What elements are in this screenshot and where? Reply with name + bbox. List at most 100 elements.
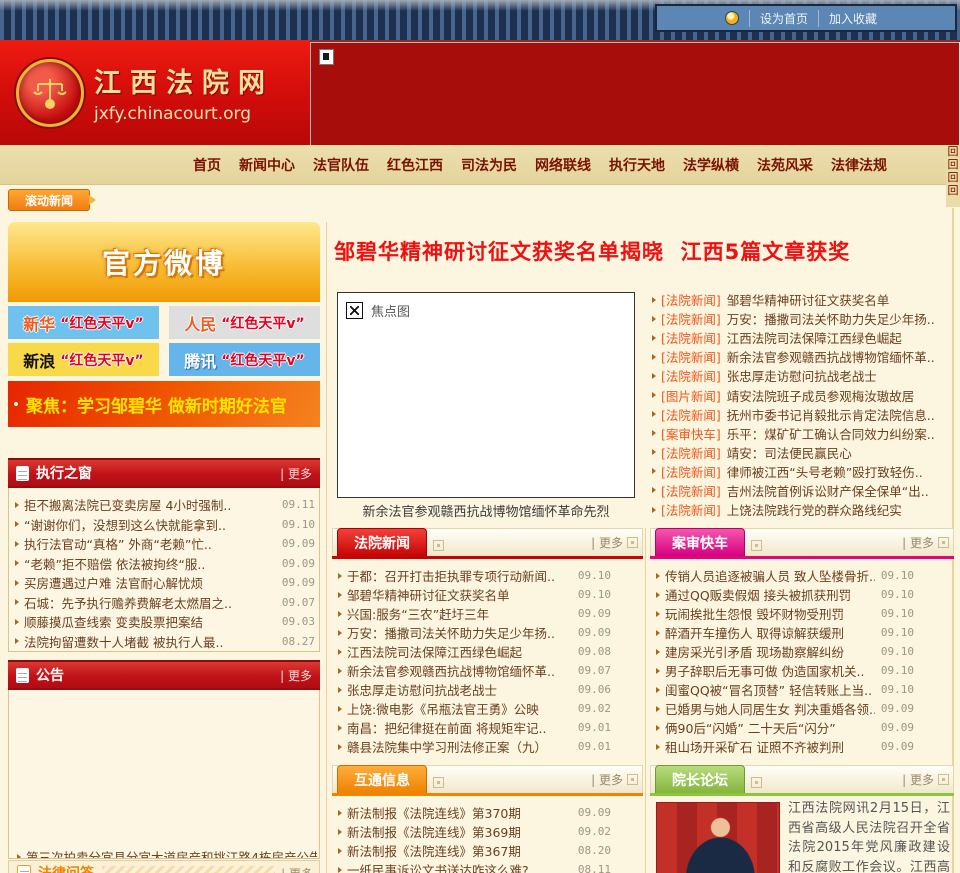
official-weibo-banner[interactable]: 官方微博: [8, 222, 320, 302]
bullet-triangle-icon: [338, 724, 342, 731]
nav-item[interactable]: 法苑风采: [748, 158, 822, 174]
nav-item[interactable]: 法学纵横: [674, 158, 748, 174]
bullet-triangle-icon: [338, 743, 342, 750]
more-link[interactable]: | 更多: [591, 771, 642, 793]
nav-item[interactable]: 新闻中心: [230, 158, 304, 174]
list-item[interactable]: 闺蜜QQ被“冒名顶替” 轻信转账上当.. 09.10: [656, 680, 914, 699]
set-home-link[interactable]: 设为首页: [748, 9, 818, 27]
list-item[interactable]: [法院新闻] 靖安：司法便民赢民心: [652, 443, 952, 462]
column-divider: [326, 222, 327, 873]
more-link[interactable]: | 更多: [280, 465, 320, 482]
president-photo[interactable]: [656, 802, 780, 873]
nav-item[interactable]: 执行天地: [600, 158, 674, 174]
list-item[interactable]: 拒不搬离法院已变卖房屋 4小时强制.. 09.11: [15, 495, 315, 515]
bullet-triangle-icon: [15, 599, 19, 606]
site-name: 江西法院网: [94, 68, 274, 99]
list-item[interactable]: 租山场开采矿石 证照不齐被判刑 09.09: [656, 737, 914, 756]
list-item[interactable]: 一纸民事诉讼文书送达咋这么难? .. 08.11: [338, 860, 611, 873]
legal-qa-box: 法律问答 | 更多: [8, 860, 320, 873]
list-item[interactable]: [法院新闻] 江西法院司法保障江西绿色崛起: [652, 328, 952, 347]
seal-ornament-icon: [938, 774, 949, 785]
focus-banner-label: 聚焦：学习邹碧华 做新时期好法官: [26, 396, 287, 417]
list-item[interactable]: [法院新闻] 抚州市委书记肖毅批示肯定法院信息..: [652, 405, 952, 424]
nav-item[interactable]: 法律法规: [822, 158, 896, 174]
list-item[interactable]: 万安：播撒司法关怀助力失足少年扬.. 09.09: [338, 623, 611, 642]
list-item[interactable]: 江西法院司法保障江西绿色崛起 09.08: [338, 642, 611, 661]
list-item[interactable]: 兴国:服务“三农”赶圩三年 09.09: [338, 604, 611, 623]
focus-campaign-banner[interactable]: 聚焦：学习邹碧华 做新时期好法官: [8, 381, 320, 427]
seal-ornament-icon: [751, 777, 762, 788]
list-item[interactable]: 石城：先予执行赡养费解老太燃眉之.. 09.07: [15, 593, 315, 613]
list-item[interactable]: 玩闹挨批生怨恨 毁坏财物受刑罚 09.10: [656, 604, 914, 623]
bullet-triangle-icon: [656, 667, 660, 674]
list-item[interactable]: 新法制报《法院连线》第369期 09.02: [338, 822, 611, 841]
weibo-name: 人民: [184, 314, 217, 334]
list-item[interactable]: [法院新闻] 邹碧华精神研讨征文获奖名单: [652, 290, 952, 309]
list-item[interactable]: 邹碧华精神研讨征文获奖名单 09.10: [338, 585, 611, 604]
list-item[interactable]: 法院拘留遭数十人堵截 被执行人最.. 08.27: [15, 632, 315, 652]
bullet-triangle-icon: [652, 506, 656, 513]
list-item[interactable]: [图片新闻] 靖安法院班子成员参观梅汝璈故居: [652, 385, 952, 404]
more-link[interactable]: | 更多: [280, 667, 320, 684]
list-item[interactable]: 新余法官参观赣西抗战博物馆缅怀革.. 09.07: [338, 661, 611, 680]
nav-item[interactable]: 法官队伍: [304, 158, 378, 174]
weibo-button-xinhua[interactable]: 新华 “红色天平v”: [8, 306, 159, 339]
list-item[interactable]: [法院新闻] 吉州法院首例诉讼财产保全保单“出..: [652, 481, 952, 500]
list-item[interactable]: 已婚男与她人同居生女 判决重婚各领.. 09.09: [656, 699, 914, 718]
weibo-button-sina[interactable]: 新浪 “红色天平v”: [8, 343, 159, 376]
tab-court-news[interactable]: 法院新闻: [337, 528, 427, 556]
bullet-triangle-icon: [338, 686, 342, 693]
more-link[interactable]: | 更多: [902, 534, 953, 556]
list-item[interactable]: 醉酒开车撞伤人 取得谅解获缓刑 09.10: [656, 623, 914, 642]
document-icon: [16, 667, 29, 683]
nav-item[interactable]: 首页: [184, 158, 230, 174]
list-item[interactable]: 俩90后“闪婚” 二十天后“闪分” 09.09: [656, 718, 914, 737]
list-item[interactable]: [案审快车] 乐平：煤矿矿工确认合同效力纠纷案..: [652, 424, 952, 443]
list-item[interactable]: 买房遭遇过户难 法官耐心解忧烦 09.09: [15, 573, 315, 593]
list-item[interactable]: 男子辞职后无事可做 伪造国家机关.. 09.10: [656, 661, 914, 680]
list-item[interactable]: 上饶:微电影《吊瓶法官王勇》公映 09.02: [338, 699, 611, 718]
weibo-button-renmin[interactable]: 人民 “红色天平v”: [169, 306, 320, 339]
broken-plugin-icon: [319, 49, 334, 65]
tab-president-forum[interactable]: 院长论坛: [655, 765, 745, 793]
bullet-triangle-icon: [652, 468, 656, 475]
list-item[interactable]: 传销人员追逐被骗人员 致人坠楼骨折.. 09.10: [656, 566, 914, 585]
list-item[interactable]: [法院新闻] 新余法官参观赣西抗战博物馆缅怀革..: [652, 347, 952, 366]
list-item[interactable]: 顺藤摸瓜查线索 变卖股票把案结 09.03: [15, 612, 315, 632]
focus-image-caption[interactable]: 新余法官参观赣西抗战博物馆缅怀革命先烈: [337, 501, 635, 520]
list-item[interactable]: [法院新闻] 律师被江西“头号老赖”殴打致轻伤..: [652, 462, 952, 481]
president-forum-text[interactable]: 江西法院网讯2月15日，江西省高级人民法院召开全省法院2015年党风廉政建设和反…: [788, 799, 950, 873]
list-item[interactable]: 于都：召开打击拒执罪专项行动新闻.. 09.10: [338, 566, 611, 585]
bullet-triangle-icon: [15, 501, 19, 508]
weibo-button-tencent[interactable]: 腾讯 “红色天平v”: [169, 343, 320, 376]
list-item[interactable]: [法院新闻] 万安：播撒司法关怀助力失足少年扬..: [652, 309, 952, 328]
tab-case-express[interactable]: 案审快车: [655, 528, 745, 556]
list-item[interactable]: 建房采光引矛盾 现场勘察解纠纷 09.10: [656, 642, 914, 661]
focus-image-placeholder[interactable]: 焦点图: [337, 292, 635, 498]
main-headline[interactable]: 邹碧华精神研讨征文获奖名单揭晓 江西5篇文章获奖: [334, 236, 956, 266]
site-logo[interactable]: 江西法院网 jxfy.chinacourt.org: [0, 40, 310, 145]
bullet-triangle-icon: [338, 591, 342, 598]
more-link[interactable]: | 更多: [275, 865, 319, 873]
list-item[interactable]: 新法制报《法院连线》第367期 08.20: [338, 841, 611, 860]
bullet-triangle-icon: [656, 629, 660, 636]
weibo-suffix: “红色天平v”: [221, 352, 305, 369]
list-item[interactable]: 第三次拍卖分宜县分宜大道房产和挑江路4栋房产公告: [17, 847, 317, 858]
tab-exchange-info[interactable]: 互通信息: [337, 765, 427, 793]
list-item[interactable]: 南昌：把纪律挺在前面 将规矩牢记.. 09.01: [338, 718, 611, 737]
list-item[interactable]: 张忠厚走访慰问抗战老战士 09.06: [338, 680, 611, 699]
list-item[interactable]: “谢谢你们，没想到这么快就能拿到.. 09.10: [15, 515, 315, 535]
list-item[interactable]: “老赖”拒不赔偿 依法被拘终“服.. 09.09: [15, 554, 315, 574]
list-item[interactable]: 通过QQ贩卖假烟 接头被抓获刑罚 09.10: [656, 585, 914, 604]
list-item[interactable]: 赣县法院集中学习刑法修正案（九） 09.01: [338, 737, 611, 756]
more-link[interactable]: | 更多: [591, 534, 642, 556]
list-item[interactable]: 执行法官动“真格” 外商“老赖”忙.. 09.09: [15, 534, 315, 554]
list-item[interactable]: 新法制报《法院连线》第370期 09.09: [338, 803, 611, 822]
nav-item[interactable]: 红色江西: [378, 158, 452, 174]
add-favorite-link[interactable]: 加入收藏: [818, 9, 887, 27]
list-item[interactable]: [法院新闻] 张忠厚走访慰问抗战老战士: [652, 366, 952, 385]
nav-item[interactable]: 网络联线: [526, 158, 600, 174]
list-item[interactable]: [法院新闻] 上饶法院践行党的群众路线纪实: [652, 500, 952, 519]
nav-item[interactable]: 司法为民: [452, 158, 526, 174]
more-link[interactable]: | 更多: [902, 771, 953, 793]
